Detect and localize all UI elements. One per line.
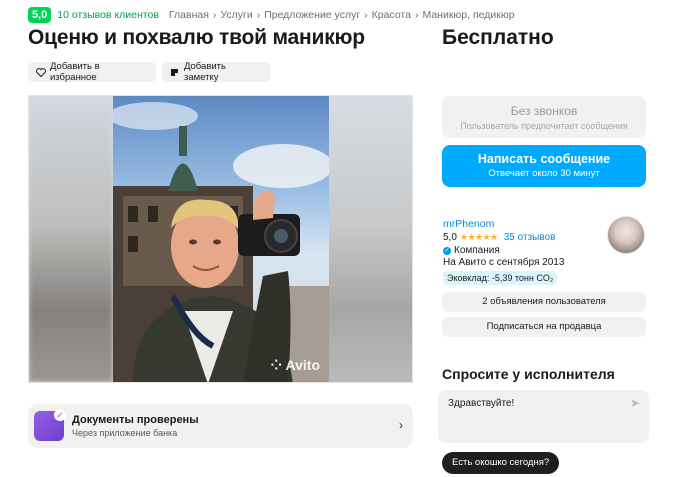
page-title: Оценю и похвалю твой маникюр (28, 26, 365, 49)
document-check-icon: ✓ (34, 409, 66, 441)
user-ads-button[interactable]: 2 объявления пользователя (442, 292, 646, 312)
send-icon[interactable]: ➤ (630, 396, 640, 410)
breadcrumb: Главная › Услуги › Предложение услуг › Крас… (169, 9, 515, 21)
documents-verified-card[interactable]: ✓ Документы проверены Через приложение б… (28, 404, 413, 448)
breadcrumb-item[interactable]: Маникюр, педикюр (422, 9, 514, 21)
docs-subtitle: Через приложение банка (72, 428, 178, 438)
message-text: Здравствуйте! (448, 398, 515, 409)
write-message-sub: Отвечает около 30 минут (488, 168, 600, 179)
write-message-label: Написать сообщение (477, 152, 611, 166)
add-note-label: Добавить заметку (183, 61, 226, 83)
rating-badge: 5,0 (28, 7, 52, 23)
seller-avatar[interactable] (607, 216, 645, 254)
gallery-blur-left (29, 96, 113, 382)
write-message-button[interactable]: Написать сообщение Отвечает около 30 мин… (442, 145, 646, 187)
no-calls-label: Без звонков (510, 104, 578, 118)
chevron-right-icon: › (364, 9, 368, 21)
gallery-blur-right (328, 96, 412, 382)
breadcrumb-item[interactable]: Красота (372, 9, 411, 21)
top-bar: 5,0 10 отзывов клиентов Главная › Услуги ›… (28, 7, 515, 23)
avito-dots-icon: ⁘ (270, 357, 283, 373)
verified-check-icon: ✓ (443, 246, 451, 255)
seller-name[interactable]: mrPhenom (443, 218, 494, 230)
docs-title: Документы проверены (72, 414, 199, 426)
quick-reply-button[interactable]: Есть окошко сегодня? (442, 452, 560, 474)
message-input[interactable]: Здравствуйте! ➤ (438, 390, 649, 443)
photo-gallery[interactable]: ⁘ Avito (28, 95, 413, 383)
heart-icon (36, 67, 46, 77)
subscribe-button[interactable]: Подписаться на продавца (442, 317, 646, 337)
seller-reviews-link[interactable]: 35 отзывов (504, 232, 556, 243)
reviews-link[interactable]: 10 отзывов клиентов (57, 9, 159, 21)
no-calls-button: Без звонков Пользователь предпочитает со… (442, 96, 646, 138)
note-icon (170, 67, 180, 77)
chevron-right-icon: › (212, 9, 217, 21)
add-note-button[interactable]: Добавить заметку (162, 61, 271, 83)
add-favorite-button[interactable]: Добавить в избранное (28, 61, 156, 83)
breadcrumb-item[interactable]: Главная (169, 9, 209, 21)
ask-title: Спросите у исполнителя (442, 366, 615, 382)
watermark-label: Avito (285, 357, 320, 373)
chevron-right-icon: › (414, 9, 419, 21)
chevron-right-icon: › (256, 9, 261, 21)
chevron-right-icon: › (399, 418, 403, 432)
add-favorite-label: Добавить в избранное (50, 61, 100, 83)
eco-badge[interactable]: Эковклад: -5,39 тонн CO₂ (443, 271, 558, 285)
breadcrumb-item[interactable]: Услуги (220, 9, 252, 21)
listing-photo[interactable] (113, 96, 329, 382)
avito-watermark: ⁘ Avito (270, 357, 320, 374)
seller-type: ✓ Компания (443, 245, 500, 256)
photo-illustration (113, 102, 329, 382)
breadcrumb-item[interactable]: Предложение услуг (264, 9, 360, 21)
price: Бесплатно (442, 26, 554, 49)
seller-rating: 5,0 ★★★★★ 35 отзывов (443, 232, 555, 243)
no-calls-sub: Пользователь предпочитает сообщения (460, 121, 628, 131)
seller-since: На Авито с сентября 2013 (443, 257, 565, 268)
seller-type-label: Компания (454, 245, 500, 256)
seller-rating-value: 5,0 (443, 232, 457, 243)
star-rating-icon: ★★★★★ (459, 232, 498, 242)
